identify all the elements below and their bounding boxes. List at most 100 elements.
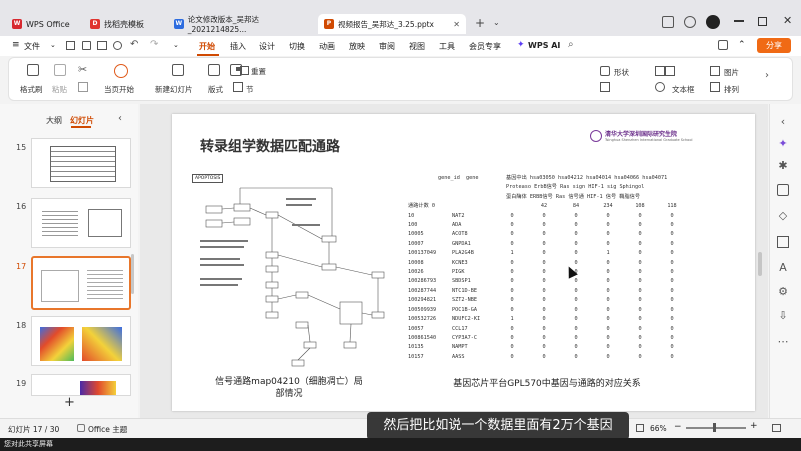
play-from-current-icon (114, 64, 128, 78)
redo-icon[interactable]: ↷ (150, 39, 158, 50)
gene-name-cell: NAMPT (452, 344, 468, 351)
arrange-button[interactable]: 排列 (724, 84, 739, 95)
chevron-down-icon[interactable]: ⌄ (173, 41, 179, 49)
chevron-down-icon[interactable]: ⌄ (493, 18, 500, 27)
zoom-out-icon[interactable]: − (674, 422, 682, 432)
word-doc-icon: W (174, 19, 184, 29)
hamburger-icon[interactable]: ≡ (12, 40, 20, 50)
tab-slides[interactable]: 幻灯片 (70, 115, 94, 126)
share-button[interactable]: 分享 (757, 38, 791, 53)
menu-file[interactable]: 文件 (24, 41, 40, 52)
search-icon[interactable]: ⌕ (568, 39, 574, 50)
picture-panel-icon[interactable] (777, 236, 789, 248)
gene-id-cell: 100532726 (408, 316, 437, 323)
value-cell: 0 (542, 325, 546, 332)
slide[interactable]: 转录组学数据匹配通路 清华大学深圳国际研究生院 Tsinghua Shenzhe… (172, 114, 755, 411)
menu-insert[interactable]: 插入 (230, 41, 246, 52)
chevron-down-icon[interactable]: ⌄ (50, 41, 56, 49)
more-icon[interactable]: ⋯ (777, 336, 789, 348)
slide-thumbnail-17-selected[interactable] (31, 256, 131, 310)
shape-panel-icon[interactable]: ◇ (777, 210, 789, 222)
zoom-slider[interactable] (686, 427, 746, 429)
tab-docer[interactable]: D 找稻壳模板 (84, 14, 168, 34)
slide-thumbnail-16[interactable] (31, 198, 131, 248)
tab-wps-office[interactable]: W WPS Office (6, 14, 80, 34)
zoom-slider-handle[interactable] (713, 423, 716, 432)
textbox-button[interactable]: 文本框 (672, 84, 695, 95)
notification-icon[interactable] (684, 16, 696, 28)
fit-slide-icon[interactable] (636, 424, 644, 432)
gene-name-cell: NDUFC2-KI (452, 316, 481, 323)
format-painter-button[interactable]: 格式刷 (20, 84, 43, 95)
font-panel-icon[interactable]: A (777, 262, 789, 274)
value-cell: 0 (574, 306, 578, 313)
close-window-icon[interactable]: ✕ (783, 14, 792, 27)
copy-slide-icon[interactable] (777, 184, 789, 196)
reset-button[interactable]: 重置 (251, 66, 266, 77)
section-button[interactable]: 节 (246, 84, 254, 95)
menu-review[interactable]: 审阅 (379, 41, 395, 52)
undo-icon[interactable]: ↶ (130, 39, 138, 50)
table-counts-row: 通路计数 0 42 84 234 108 118 (408, 203, 677, 210)
ai-assistant-icon[interactable]: ✦ (777, 138, 789, 150)
restore-icon[interactable] (758, 17, 767, 26)
close-tab-icon[interactable]: ✕ (453, 20, 460, 29)
menu-animations[interactable]: 动画 (319, 41, 335, 52)
layout-icon[interactable] (662, 16, 674, 28)
minimize-icon[interactable] (734, 20, 744, 22)
avatar[interactable] (706, 15, 720, 29)
canvas-scrollbar[interactable] (758, 252, 762, 276)
table-row: 100 ADA 0 0 0 0 0 0 (408, 221, 748, 230)
value-cell: 0 (638, 278, 642, 285)
cut-icon[interactable]: ✂ (78, 63, 87, 76)
print-icon[interactable] (97, 41, 107, 50)
slide-thumbnail-15[interactable] (31, 138, 131, 188)
picture-button[interactable]: 图片 (724, 67, 739, 78)
message-icon[interactable] (718, 40, 728, 50)
menu-transitions[interactable]: 切换 (289, 41, 305, 52)
gene-name-cell: ADA (452, 222, 462, 229)
menu-tools[interactable]: 工具 (439, 41, 455, 52)
menu-slideshow[interactable]: 放映 (349, 41, 365, 52)
value-cell: 0 (638, 231, 642, 238)
expand-panel-icon[interactable]: ‹ (777, 116, 789, 128)
zoom-level[interactable]: 66% (650, 424, 667, 433)
ribbon-more-icon[interactable]: › (765, 70, 769, 81)
new-tab-icon[interactable]: + (475, 16, 485, 30)
thumbnail-number: 18 (16, 321, 27, 330)
copy-icon[interactable] (78, 82, 88, 92)
settings-icon[interactable]: ⚙ (777, 286, 789, 298)
thumbnail-scrollbar[interactable] (131, 254, 134, 294)
slide-thumbnail-19[interactable] (31, 374, 131, 396)
animation-pane-icon[interactable]: ✱ (777, 160, 789, 172)
menu-home[interactable]: 开始 (199, 41, 215, 52)
menu-wps-ai[interactable]: WPS AI (528, 41, 560, 50)
menu-design[interactable]: 设计 (259, 41, 275, 52)
tab-outline[interactable]: 大纲 (46, 115, 62, 126)
slide-thumbnail-18[interactable] (31, 316, 131, 366)
add-slide-button[interactable]: + (64, 395, 75, 410)
value-cell: 0 (542, 259, 546, 266)
layout-button[interactable]: 版式 (208, 84, 223, 95)
menu-member[interactable]: 会员专享 (469, 41, 501, 52)
tab-ppt-active[interactable]: P 视频报告_吴邦达_3.25.pptx ✕ (318, 14, 466, 34)
value-cell: 0 (542, 250, 546, 257)
export-pdf-icon[interactable] (82, 41, 91, 50)
preview-icon[interactable] (113, 41, 122, 50)
chevron-up-icon[interactable]: ⌃ (738, 40, 746, 50)
save-icon[interactable] (66, 41, 75, 50)
download-icon[interactable]: ⇩ (777, 310, 789, 322)
fullscreen-icon[interactable] (772, 424, 781, 432)
new-slide-button[interactable]: 新建幻灯片 (155, 84, 193, 95)
pathway-diagram: APOPTOSIS (192, 174, 400, 370)
paste-button[interactable]: 粘贴 (52, 84, 67, 95)
collapse-panel-icon[interactable]: ‹ (118, 113, 122, 124)
play-from-current-button[interactable]: 当页开始 (104, 84, 134, 95)
zoom-in-icon[interactable]: + (750, 421, 758, 431)
value-cell: 0 (510, 353, 514, 360)
menu-view[interactable]: 视图 (409, 41, 425, 52)
table-row: 100532726 NDUFC2-KI 1 0 0 0 0 0 (408, 315, 748, 324)
tab-word-doc[interactable]: W 论文修改版本_吴邦达_2021214825... (168, 14, 314, 34)
theme-name[interactable]: Office 主题 (88, 424, 127, 435)
shape-button[interactable]: 形状 (614, 67, 629, 78)
